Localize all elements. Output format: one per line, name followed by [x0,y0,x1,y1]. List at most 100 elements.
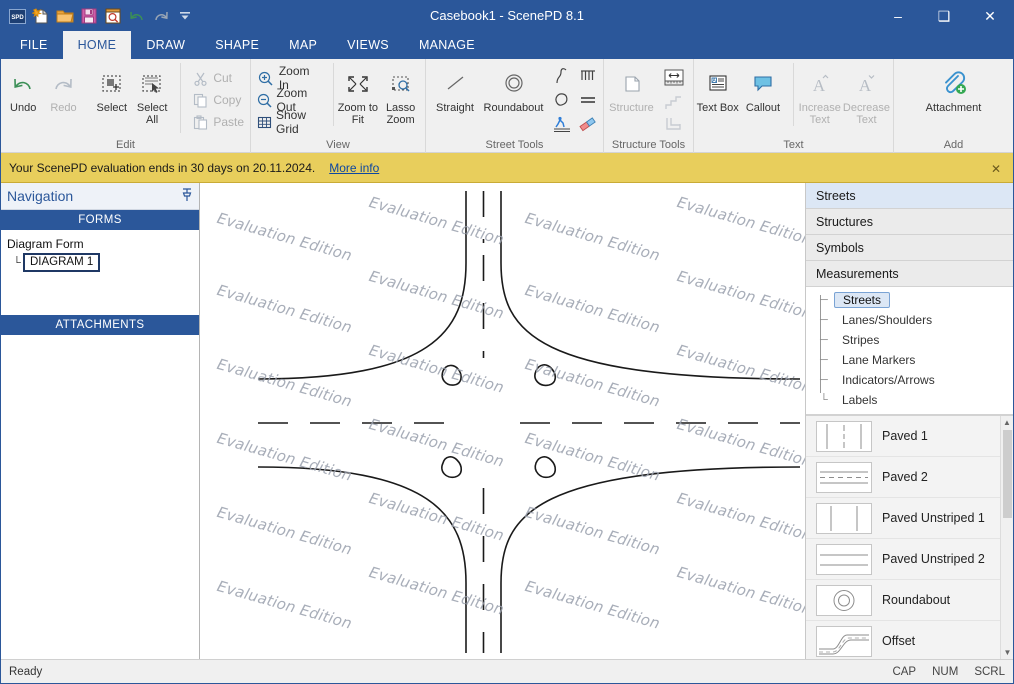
ribbon-group-label-view: View [326,139,350,151]
curve-street-icon[interactable] [551,66,573,89]
panel-header-symbols[interactable]: Symbols [806,235,1013,261]
cut-label: Cut [213,71,232,85]
pin-icon[interactable] [181,187,193,205]
list-item-label: Paved Unstriped 1 [882,511,985,525]
tab-draw[interactable]: DRAW [131,31,200,59]
scrollbar-thumb[interactable] [1003,430,1012,518]
roundabout-icon [499,68,529,100]
quick-access-toolbar: SPD [1,1,195,31]
customize-qat-icon[interactable] [175,6,195,26]
nav-section-forms[interactable]: FORMS [1,210,199,230]
notification-close-icon[interactable]: ✕ [991,162,1001,176]
measure-structure-icon[interactable] [661,67,687,92]
structure-tool-grid [657,63,691,137]
show-grid-button[interactable]: Show Grid [253,108,327,136]
tree-item-indicators-arrows[interactable]: ─ Indicators/Arrows [816,370,1013,390]
panel-header-streets[interactable]: Streets [806,183,1013,209]
cut-icon [191,71,209,86]
status-bar: Ready CAP NUM SCRL [1,659,1013,683]
select-all-label: Select All [136,102,168,126]
increase-text-label: Increase Text [798,102,841,126]
redo-button: Redo [43,63,83,114]
street-list-scrollbar[interactable]: ▲ ▼ [1000,416,1013,659]
copy-button: Copy [187,89,248,111]
paved-2-thumb [816,461,872,493]
select-button[interactable]: Select [92,63,132,114]
tree-item-streets-label: Streets [834,292,891,308]
panel-header-structures[interactable]: Structures [806,209,1013,235]
intersection-drawing [257,191,801,653]
street-type-list[interactable]: Paved 1 Paved 2 Paved Unstriped 1 Paved … [806,415,1013,659]
ribbon-group-edit: Undo Redo Select Select All Cut Copy Pas… [1,59,251,153]
close-button[interactable]: ✕ [967,1,1013,31]
tab-map[interactable]: MAP [274,31,332,59]
text-box-button[interactable]: A Text Box [696,63,739,114]
list-item[interactable]: Offset [806,621,1013,659]
scroll-down-icon[interactable]: ▼ [1001,646,1013,659]
tree-item-lanes-shoulders[interactable]: ─ Lanes/Shoulders [816,310,1013,330]
tab-home[interactable]: HOME [62,31,132,59]
nav-section-attachments[interactable]: ATTACHMENTS [1,315,199,335]
list-item[interactable]: Paved 1 [806,416,1013,457]
copy-label: Copy [213,93,242,107]
undo-icon[interactable] [127,6,147,26]
ribbon-group-structure-tools: Structure Structure Tools [604,59,694,153]
tree-item-labels-label: Labels [842,393,878,407]
list-item[interactable]: Roundabout [806,580,1013,621]
lasso-zoom-button[interactable]: Lasso Zoom [378,63,423,126]
attachment-button[interactable]: Attachment [911,63,997,114]
railroad-icon[interactable] [577,66,599,89]
straight-street-button[interactable]: Straight [428,63,482,114]
form-root-label[interactable]: Diagram Form [7,236,193,252]
roundabout-button[interactable]: Roundabout [482,63,545,114]
save-icon[interactable] [79,6,99,26]
copy-icon [191,93,209,108]
select-all-button[interactable]: Select All [132,63,172,126]
ribbon-group-label-edit: Edit [116,139,135,151]
roundabout-thumb [816,584,872,616]
ribbon-group-label-structure-tools: Structure Tools [611,139,686,151]
list-item[interactable]: Paved 2 [806,457,1013,498]
tab-manage[interactable]: MANAGE [404,31,490,59]
print-preview-icon[interactable] [103,6,123,26]
diagram-1-item[interactable]: DIAGRAM 1 [23,253,101,272]
tab-file[interactable]: FILE [5,31,63,59]
tree-item-indicators-arrows-label: Indicators/Arrows [842,373,935,387]
tree-item-lane-markers[interactable]: ─ Lane Markers [816,350,1013,370]
tab-views[interactable]: VIEWS [332,31,404,59]
zoom-to-fit-button[interactable]: Zoom to Fit [332,63,379,126]
crosswalk-icon[interactable] [551,114,573,137]
freeform-street-icon[interactable] [551,90,573,113]
street-tool-grid [549,63,601,137]
eraser-icon[interactable] [577,114,599,137]
stairs-icon [661,93,687,116]
list-item[interactable]: Paved Unstriped 1 [806,498,1013,539]
more-info-link[interactable]: More info [329,161,379,175]
paste-button: Paste [187,111,248,133]
new-casebook-icon[interactable] [31,6,51,26]
dashed-stripe-icon[interactable] [577,90,599,113]
redo-icon [50,68,76,100]
diagram-canvas[interactable]: Evaluation Edition Evaluation Edition Ev… [200,183,806,659]
clipboard-commands: Cut Copy Paste [180,63,248,133]
tree-item-labels[interactable]: └ Labels [816,390,1013,410]
tree-branch-icon: ─ [820,314,828,326]
app-logo-icon[interactable]: SPD [7,6,27,26]
library-panel: Streets Structures Symbols Measurements … [806,183,1013,659]
scroll-up-icon[interactable]: ▲ [1001,416,1013,429]
cut-button: Cut [187,67,248,89]
maximize-button[interactable]: ❑ [921,1,967,31]
status-indicator-cap: CAP [892,665,917,678]
tree-item-streets[interactable]: ─ Streets [816,290,1013,310]
open-folder-icon[interactable] [55,6,75,26]
panel-header-measurements[interactable]: Measurements [806,261,1013,287]
list-item[interactable]: Paved Unstriped 2 [806,539,1013,580]
callout-button[interactable]: Callout [739,63,786,114]
tree-item-stripes[interactable]: ─ Stripes [816,330,1013,350]
ribbon-group-text: A Text Box Callout A Increase Text A Dec… [694,59,894,153]
undo-button[interactable]: Undo [3,63,43,114]
redo-icon [151,6,171,26]
straight-street-icon [440,68,470,100]
minimize-button[interactable]: – [875,1,921,31]
tab-shape[interactable]: SHAPE [200,31,274,59]
